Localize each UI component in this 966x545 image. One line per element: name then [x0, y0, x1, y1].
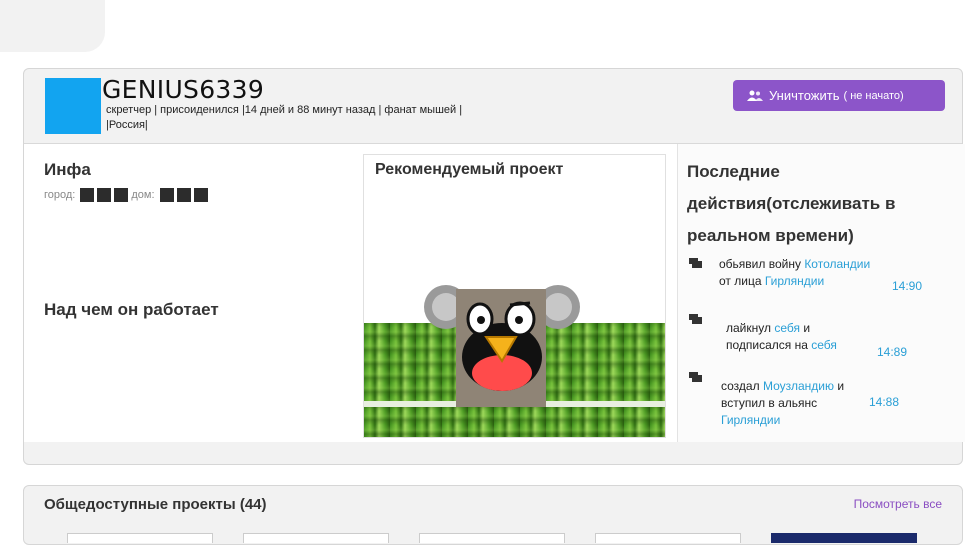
activity-pre: обьявил войну: [719, 257, 801, 271]
featured-title: Рекомендуемый проект: [375, 161, 564, 178]
info-line: город: дом:: [44, 188, 211, 202]
redacted-block: [114, 188, 129, 202]
avatar[interactable]: [45, 78, 101, 134]
profile-box: GENIUS6339 скретчер | присоиденился |14 …: [23, 68, 965, 465]
profile-header: GENIUS6339 скретчер | присоиденился |14 …: [24, 69, 962, 144]
activity-time: 14:90: [892, 279, 923, 293]
activity-text: обьявил войну Котоландии от лица Гирлянд…: [719, 256, 879, 290]
destroy-button[interactable]: Уничтожить ( не начато): [733, 80, 945, 111]
project-thumbnail[interactable]: [419, 533, 565, 543]
profile-footer-bar: [24, 442, 962, 464]
profile-location: |Россия|: [106, 119, 148, 131]
redacted-block: [97, 188, 112, 202]
redacted-block: [159, 188, 174, 202]
activity-text: лайкнул себя и подписался на себя: [726, 320, 846, 354]
project-thumbnail[interactable]: [771, 533, 917, 543]
profile-meta: скретчер | присоиденился |14 дней и 88 м…: [106, 104, 463, 116]
project-thumbnail[interactable]: [595, 533, 741, 543]
activity-column: Последние действия(отслеживать в реально…: [677, 144, 965, 442]
mouse-character-image: [424, 285, 580, 407]
activity-link[interactable]: себя: [811, 338, 837, 352]
activity-item: создал Моузландию и вступил в альянс Гир…: [689, 370, 959, 429]
redacted-block: [80, 188, 95, 202]
activity-link[interactable]: Гирляндии: [721, 413, 780, 427]
activity-link[interactable]: Моузландию: [763, 379, 834, 393]
projects-title: Общедоступные проекты (44): [44, 496, 267, 513]
profile-main: Инфа город: дом: Над чем он работает Рек…: [24, 144, 965, 442]
activity-text: создал Моузландию и вступил в альянс Гир…: [721, 378, 851, 429]
comments-icon: [689, 372, 702, 382]
activity-link[interactable]: Гирляндии: [765, 274, 824, 288]
activity-time: 14:88: [869, 395, 900, 409]
destroy-button-label: Уничтожить: [769, 88, 840, 103]
see-all-link[interactable]: Посмотреть все: [854, 497, 942, 511]
activity-item: лайкнул себя и подписался на себя 14:89: [689, 312, 959, 366]
redacted-block: [176, 188, 191, 202]
project-thumbnail[interactable]: [67, 533, 213, 543]
activity-mid: от лица: [719, 274, 762, 288]
home-label: дом:: [131, 189, 155, 201]
comments-icon: [689, 314, 702, 324]
username: GENIUS6339: [102, 75, 265, 104]
users-icon: [747, 90, 763, 101]
activity-time: 14:89: [877, 345, 908, 359]
destroy-button-status: ( не начато): [843, 89, 904, 102]
activity-pre: лайкнул: [726, 321, 771, 335]
comments-icon: [689, 258, 702, 268]
info-title: Инфа: [44, 160, 91, 179]
redacted-block: [193, 188, 208, 202]
project-thumbnail[interactable]: [243, 533, 389, 543]
projects-box: Общедоступные проекты (44) Посмотреть вс…: [23, 485, 963, 545]
activity-pre: создал: [721, 379, 760, 393]
activity-link[interactable]: себя: [774, 321, 800, 335]
featured-project[interactable]: Рекомендуемый проект: [363, 154, 666, 438]
activity-link[interactable]: Котоландии: [804, 257, 870, 271]
working-on-title: Над чем он работает: [44, 300, 219, 319]
activity-title: Последние действия(отслеживать в реально…: [687, 162, 896, 245]
activity-item: обьявил войну Котоландии от лица Гирлянд…: [689, 256, 959, 296]
city-label: город:: [44, 189, 76, 201]
info-column: Инфа город: дом: Над чем он работает: [24, 144, 363, 442]
top-strip: [0, 0, 105, 52]
